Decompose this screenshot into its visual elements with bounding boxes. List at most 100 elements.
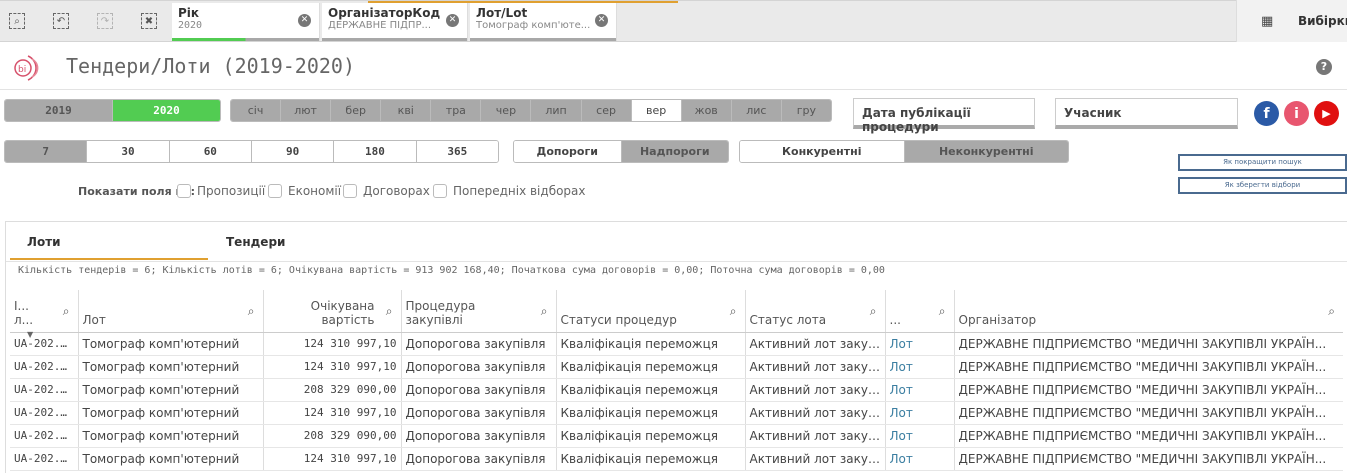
- close-icon[interactable]: ✕: [595, 14, 608, 27]
- days-90[interactable]: 90: [251, 141, 335, 162]
- month-jul[interactable]: лип: [531, 100, 582, 121]
- table-cell: Кваліфікація переможця: [555, 401, 745, 425]
- checkbox-proposals[interactable]: Пропозиції: [177, 184, 265, 198]
- competitive[interactable]: Конкурентні: [740, 141, 905, 162]
- year-2020[interactable]: 2020: [113, 100, 220, 121]
- column-header[interactable]: І... л... ⌕: [10, 290, 78, 333]
- search-icon[interactable]: ⌕: [386, 304, 393, 319]
- divider: [0, 89, 1347, 90]
- month-dec[interactable]: гру: [781, 100, 831, 121]
- table-row[interactable]: UA-202... Томограф комп'ютерний 208 329 09…: [10, 378, 1343, 402]
- improve-search-link[interactable]: Як покращити пошук: [1178, 154, 1347, 171]
- month-apr[interactable]: кві: [381, 100, 432, 121]
- table-cell: ДЕРЖАВНЕ ПІДПРИЄМСТВО "МЕДИЧНІ ЗАКУПІВЛІ…: [953, 401, 1343, 425]
- filter-tab-lot[interactable]: Лот/Lot Томограф комп'юте... ✕: [470, 3, 617, 41]
- lot-link[interactable]: Лот: [884, 401, 954, 425]
- help-icon[interactable]: ?: [1316, 59, 1332, 75]
- lot-link[interactable]: Лот: [884, 355, 954, 379]
- clear-selections-icon[interactable]: ✖: [137, 9, 161, 33]
- column-header[interactable]: Лот ⌕: [77, 290, 263, 333]
- column-header-label: Статуси процедур: [560, 312, 677, 327]
- month-may[interactable]: тра: [431, 100, 482, 121]
- table-row[interactable]: UA-202... Томограф комп'ютерний 124 310 99…: [10, 447, 1343, 471]
- table-cell: Активний лот закуп...: [744, 332, 885, 356]
- step-back-icon[interactable]: ↶: [49, 9, 73, 33]
- table-cell: ДЕРЖАВНЕ ПІДПРИЄМСТВО "МЕДИЧНІ ЗАКУПІВЛІ…: [953, 355, 1343, 379]
- checkbox-contracts[interactable]: Договорах: [343, 184, 430, 198]
- search-icon[interactable]: ⌕: [541, 304, 548, 319]
- filter-value: 2020: [178, 20, 203, 31]
- step-forward-icon[interactable]: ↷: [93, 9, 117, 33]
- year-2019[interactable]: 2019: [5, 100, 113, 121]
- month-feb[interactable]: лют: [281, 100, 332, 121]
- month-mar[interactable]: бер: [331, 100, 382, 121]
- month-nov[interactable]: лис: [731, 100, 782, 121]
- tab-lots[interactable]: Лоти: [10, 229, 208, 260]
- selections-label: Вибірки: [1298, 14, 1347, 28]
- publication-date-listbox[interactable]: Дата публікації процедури: [853, 98, 1035, 134]
- column-header[interactable]: Статус лота ⌕: [744, 290, 885, 333]
- search-icon[interactable]: ⌕: [870, 304, 877, 319]
- days-365[interactable]: 365: [416, 141, 498, 162]
- lot-link[interactable]: Лот: [884, 447, 954, 471]
- lot-link[interactable]: Лот: [884, 378, 954, 402]
- table-row[interactable]: UA-202... Томограф комп'ютерний 124 310 99…: [10, 332, 1343, 356]
- table-row[interactable]: UA-202... Томограф комп'ютерний 124 310 99…: [10, 401, 1343, 425]
- lot-link[interactable]: Лот: [884, 332, 954, 356]
- filter-tab-year[interactable]: Рік 2020 ✕: [172, 3, 320, 41]
- month-oct[interactable]: жов: [681, 100, 732, 121]
- days-180[interactable]: 180: [334, 141, 417, 162]
- table-cell: Томограф комп'ютерний: [77, 378, 263, 402]
- days-30[interactable]: 30: [87, 141, 170, 162]
- days-filter: 7 30 60 90 180 365: [4, 140, 499, 163]
- filter-title: Рік: [178, 6, 200, 20]
- info-icon[interactable]: i: [1284, 101, 1309, 126]
- search-icon[interactable]: ⌕: [939, 304, 946, 319]
- days-60[interactable]: 60: [169, 141, 252, 162]
- checkbox-prequalification[interactable]: Попередніх відборах: [433, 184, 586, 198]
- table-cell: UA-202...: [10, 378, 78, 402]
- column-header[interactable]: Процедура закупівлі ⌕: [400, 290, 556, 333]
- table-row[interactable]: UA-202... Томограф комп'ютерний 208 329 09…: [10, 424, 1343, 448]
- table-cell: Кваліфікація переможця: [555, 378, 745, 402]
- search-icon[interactable]: ⌕: [63, 304, 70, 319]
- table-cell: ДЕРЖАВНЕ ПІДПРИЄМСТВО "МЕДИЧНІ ЗАКУПІВЛІ…: [953, 447, 1343, 471]
- search-icon[interactable]: ⌕: [248, 304, 255, 319]
- participant-listbox[interactable]: Учасник: [1055, 98, 1238, 129]
- column-header[interactable]: Організатор ⌕: [953, 290, 1343, 333]
- tab-tenders[interactable]: Тендери: [226, 229, 285, 260]
- days-7[interactable]: 7: [5, 141, 88, 162]
- lot-link[interactable]: Лот: [884, 424, 954, 448]
- youtube-icon[interactable]: ▶: [1314, 101, 1339, 126]
- selections-button[interactable]: ▦ Вибірки: [1236, 0, 1347, 42]
- below-threshold[interactable]: Допороги: [514, 141, 622, 162]
- month-jun[interactable]: чер: [481, 100, 532, 121]
- table-cell: UA-202...: [10, 332, 78, 356]
- table-row[interactable]: UA-202... Томограф комп'ютерний 124 310 99…: [10, 355, 1343, 379]
- checkbox-savings[interactable]: Економії: [268, 184, 341, 198]
- column-header[interactable]: Статуси процедур ⌕: [555, 290, 745, 333]
- table-cell: Кваліфікація переможця: [555, 424, 745, 448]
- month-filter: січ лют бер кві тра чер лип сер вер жов …: [230, 99, 832, 122]
- search-icon[interactable]: ⌕: [730, 304, 737, 319]
- table-cell: Допорогова закупівля: [400, 378, 556, 402]
- close-icon[interactable]: ✕: [446, 14, 459, 27]
- search-icon[interactable]: ⌕: [1328, 304, 1335, 319]
- month-aug[interactable]: сер: [581, 100, 632, 121]
- bi-logo: bi: [14, 55, 39, 81]
- table-cell: Активний лот закуп...: [744, 378, 885, 402]
- smart-search-icon[interactable]: ⌕: [5, 9, 29, 33]
- filter-title: ОрганізаторКод: [328, 6, 441, 20]
- above-threshold[interactable]: Надпороги: [621, 141, 728, 162]
- column-header[interactable]: ... ⌕: [884, 290, 954, 333]
- close-icon[interactable]: ✕: [298, 14, 311, 27]
- save-selections-link[interactable]: Як зберегти відбори: [1178, 177, 1347, 194]
- month-jan[interactable]: січ: [231, 100, 282, 121]
- checkbox-label: Економії: [288, 184, 342, 198]
- column-header[interactable]: Очікувана вартість ⌕: [262, 290, 401, 333]
- filter-tab-organizer[interactable]: ОрганізаторКод ДЕРЖАВНЕ ПІДПР... ✕: [322, 3, 468, 41]
- non-competitive[interactable]: Неконкурентні: [904, 141, 1068, 162]
- month-sep[interactable]: вер: [631, 100, 682, 121]
- facebook-icon[interactable]: f: [1254, 101, 1279, 126]
- table-cell: Допорогова закупівля: [400, 447, 556, 471]
